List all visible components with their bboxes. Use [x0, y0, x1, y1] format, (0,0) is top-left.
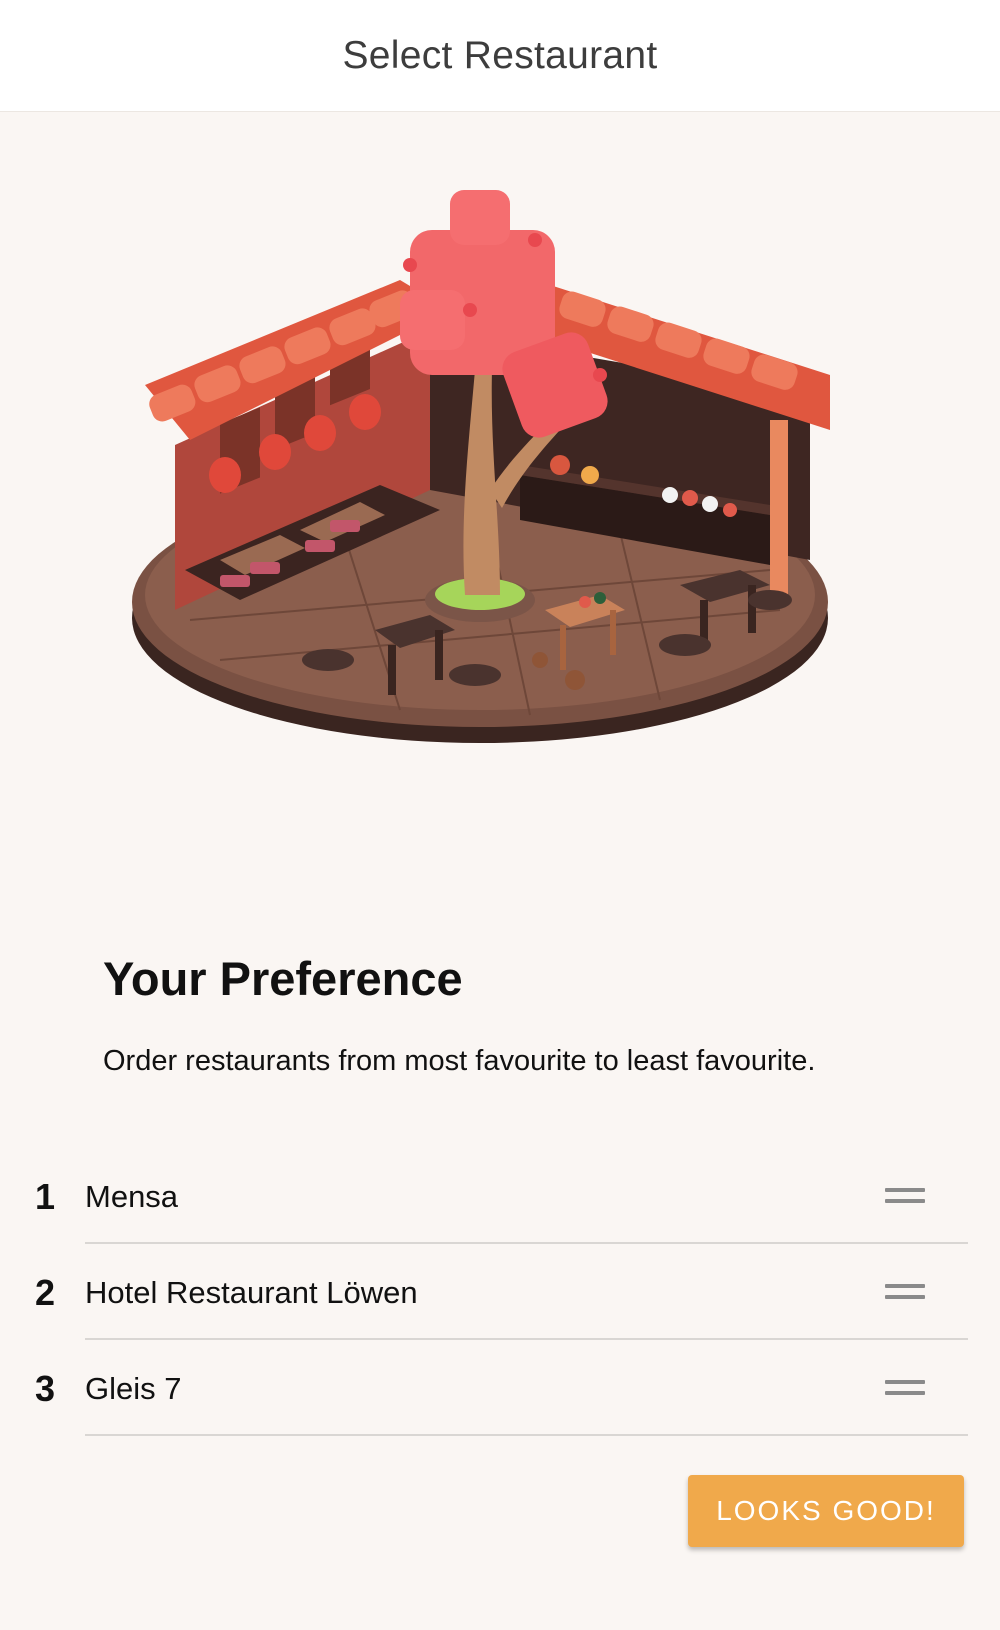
preference-description: Order restaurants from most favourite to…	[103, 1045, 816, 1077]
page-title: Select Restaurant	[342, 33, 658, 77]
ranking-row-1[interactable]: 1 Mensa	[0, 1148, 1000, 1244]
drag-handle-icon[interactable]	[885, 1284, 925, 1304]
restaurant-ranking-list: 1 Mensa 2 Hotel Restaurant Löwen 3 Gleis…	[0, 1148, 1000, 1436]
rank-number: 2	[34, 1272, 56, 1313]
ranking-row-2[interactable]: 2 Hotel Restaurant Löwen	[0, 1244, 1000, 1340]
restaurant-name: Gleis 7	[85, 1371, 182, 1406]
looks-good-button[interactable]: LOOKS GOOD!	[688, 1475, 964, 1547]
restaurant-scene-illustration	[132, 190, 830, 743]
drag-handle-icon[interactable]	[885, 1188, 925, 1208]
restaurant-name: Mensa	[85, 1179, 179, 1214]
preference-title: Your Preference	[103, 952, 463, 1005]
ranking-row-3[interactable]: 3 Gleis 7	[0, 1340, 1000, 1436]
rank-number: 3	[34, 1368, 56, 1409]
divider	[85, 1434, 968, 1436]
rank-number: 1	[34, 1176, 56, 1217]
drag-handle-icon[interactable]	[885, 1380, 925, 1400]
app-bar: Select Restaurant	[0, 0, 1000, 112]
restaurant-name: Hotel Restaurant Löwen	[85, 1275, 418, 1310]
